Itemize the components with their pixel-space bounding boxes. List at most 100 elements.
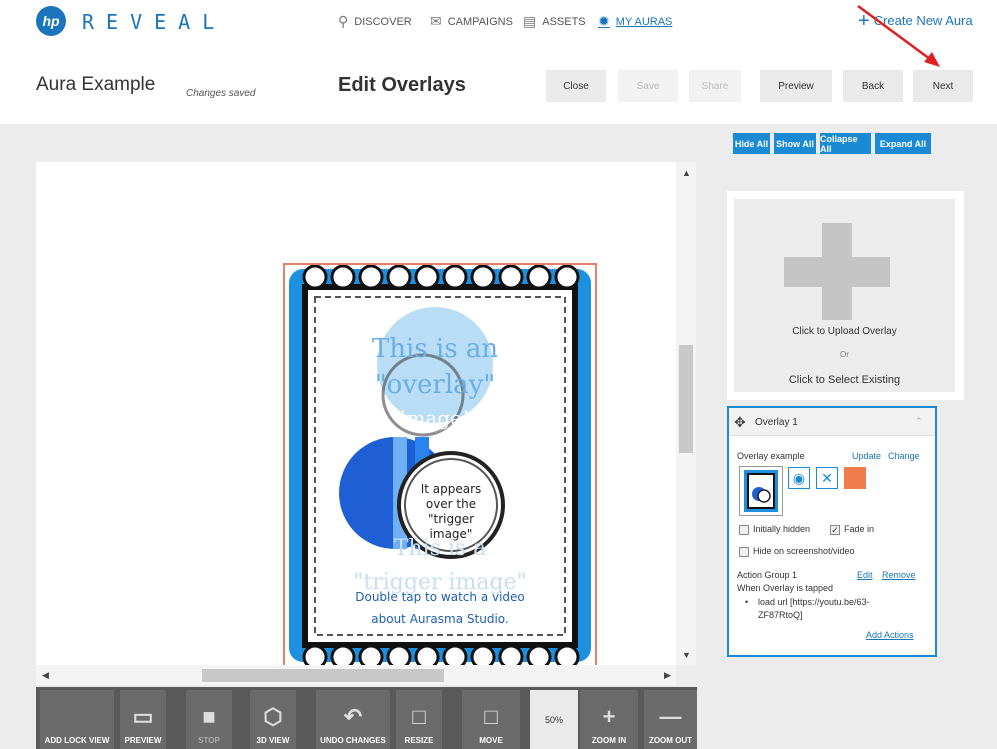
initially-hidden-label: Initially hidden xyxy=(753,524,811,534)
bubble-line2: over the xyxy=(426,497,476,511)
back-button[interactable]: Back xyxy=(843,70,903,102)
resize-label: RESIZE xyxy=(404,736,434,745)
hide-on-screenshot-label: Hide on screenshot/video xyxy=(753,546,855,556)
undo-icon: ↶ xyxy=(343,704,363,729)
upload-or-text: Or xyxy=(840,350,849,359)
scroll-down-icon[interactable]: ▼ xyxy=(682,650,691,660)
overlay-color-swatch[interactable] xyxy=(844,467,866,489)
nav-campaigns-label: CAMPAIGNS xyxy=(447,15,513,28)
stop-button[interactable]: ■ STOP xyxy=(186,690,232,749)
expand-all-button[interactable]: Expand All xyxy=(875,133,931,154)
undo-changes-button[interactable]: ↶ UNDO CHANGES xyxy=(316,690,390,749)
move-button[interactable]: □ MOVE xyxy=(462,690,520,749)
megaphone-icon: ✉ xyxy=(430,13,442,29)
3d-view-label: 3D VIEW xyxy=(256,736,290,745)
add-lock-view-label: ADD LOCK VIEW xyxy=(44,736,110,745)
nav-campaigns[interactable]: ✉ CAMPAIGNS xyxy=(430,13,513,30)
collapse-all-button[interactable]: Collapse All xyxy=(820,133,871,154)
art-ghost1: This is a xyxy=(394,536,487,561)
move-label: MOVE xyxy=(479,736,503,745)
brand-name[interactable]: REVEAL xyxy=(82,10,226,34)
delete-x-icon[interactable]: ✕ xyxy=(816,467,838,489)
action-trigger: When Overlay is tapped xyxy=(737,583,834,593)
scroll-up-icon[interactable]: ▲ xyxy=(682,168,691,178)
horizontal-scroll-thumb[interactable] xyxy=(202,669,444,682)
bubble-line1: It appears xyxy=(421,482,482,496)
collapse-icon[interactable]: ⌃ xyxy=(915,416,923,427)
edit-action-link[interactable]: Edit xyxy=(857,570,873,580)
fade-in-checkbox[interactable]: ✓ xyxy=(830,525,840,535)
nav-discover[interactable]: ⚲ DISCOVER xyxy=(338,13,412,30)
undo-changes-label: UNDO CHANGES xyxy=(320,736,386,745)
overlay-title: Overlay 1 xyxy=(755,417,798,428)
save-button[interactable]: Save xyxy=(618,70,678,102)
zoom-in-icon: + xyxy=(602,704,616,729)
update-link[interactable]: Update xyxy=(852,451,881,461)
upload-overlay-link[interactable]: Click to Upload Overlay xyxy=(734,326,955,337)
scroll-right-icon[interactable]: ▶ xyxy=(664,670,671,681)
nav-discover-label: DISCOVER xyxy=(354,15,412,28)
zoom-level: 50% xyxy=(530,690,578,749)
overlay-artwork-graphic: This is an "overlay" image! It appears o… xyxy=(289,265,591,666)
zoom-in-label: ZOOM IN xyxy=(591,736,627,745)
bullet-icon: • xyxy=(745,597,749,607)
create-new-aura-label: Create New Aura xyxy=(873,13,973,28)
fade-in-label: Fade in xyxy=(844,524,875,534)
action-url-line2: ZF87RtoQ] xyxy=(758,610,803,620)
page-title: Edit Overlays xyxy=(338,74,466,96)
initially-hidden-checkbox[interactable] xyxy=(739,525,749,535)
stop-label: STOP xyxy=(198,736,220,745)
action-group-title: Action Group 1 xyxy=(737,570,798,580)
create-new-aura-link[interactable]: + Create New Aura xyxy=(858,9,973,32)
art-line1: This is an xyxy=(372,334,498,364)
preview-tool-button[interactable]: ▭ PREVIEW xyxy=(120,690,166,749)
nav-my-auras[interactable]: ✹ MY AURAS xyxy=(598,13,672,30)
close-button[interactable]: Close xyxy=(546,70,606,102)
preview-button[interactable]: Preview xyxy=(760,70,832,102)
action-url-line1: load url [https://youtu.be/63- xyxy=(758,597,870,607)
show-all-button[interactable]: Show All xyxy=(774,133,816,154)
share-button[interactable]: Share xyxy=(689,70,741,102)
overlay-thumbnail-graphic xyxy=(744,470,778,512)
select-existing-link[interactable]: Click to Select Existing xyxy=(734,374,955,386)
hp-logo[interactable]: hp xyxy=(36,6,66,36)
hide-all-button[interactable]: Hide All xyxy=(733,133,770,154)
move-icon: □ xyxy=(484,704,498,729)
nav-my-auras-label: MY AURAS xyxy=(615,15,673,28)
hide-on-screenshot-checkbox[interactable] xyxy=(739,547,749,557)
stop-icon: ■ xyxy=(202,704,216,729)
art-line5: about Aurasma Studio. xyxy=(371,612,508,626)
zoom-out-icon: — xyxy=(659,704,682,729)
vertical-scroll-thumb[interactable] xyxy=(679,345,693,453)
zoom-out-label: ZOOM OUT xyxy=(648,736,693,745)
add-actions-link[interactable]: Add Actions xyxy=(866,630,914,640)
add-lock-view-button[interactable]: ADD LOCK VIEW xyxy=(40,690,114,749)
visibility-eye-icon[interactable]: ◉ xyxy=(788,467,810,489)
3d-view-button[interactable]: ⬡ 3D VIEW xyxy=(250,690,296,749)
overlay-name: Overlay example xyxy=(737,451,805,461)
upload-plus-icon-bar xyxy=(784,257,890,287)
overlay-thumbnail[interactable] xyxy=(739,466,783,516)
art-line4: Double tap to watch a video xyxy=(355,590,525,604)
nav-assets-label: ASSETS xyxy=(542,15,586,28)
resize-button[interactable]: □ RESIZE xyxy=(396,690,442,749)
search-icon: ⚲ xyxy=(338,13,349,29)
editor-header: Aura Example Changes saved Edit Overlays… xyxy=(0,56,997,118)
cube-icon: ⬡ xyxy=(263,704,283,729)
save-status: Changes saved xyxy=(186,88,256,99)
move-handle-icon[interactable]: ✥ xyxy=(734,414,746,431)
remove-action-link[interactable]: Remove xyxy=(882,570,916,580)
preview-tool-label: PREVIEW xyxy=(124,736,162,745)
next-button[interactable]: Next xyxy=(913,70,973,102)
zoom-in-button[interactable]: + ZOOM IN xyxy=(580,690,638,749)
overlay-artwork[interactable]: This is an "overlay" image! It appears o… xyxy=(283,263,597,668)
monitor-icon: ▭ xyxy=(132,704,154,729)
resize-icon: □ xyxy=(412,704,426,729)
top-nav: hp REVEAL ⚲ DISCOVER ✉ CAMPAIGNS ▤ ASSET… xyxy=(0,0,997,52)
scroll-left-icon[interactable]: ◀ xyxy=(42,670,49,681)
change-link[interactable]: Change xyxy=(888,451,920,461)
plus-icon: + xyxy=(858,9,870,32)
zoom-out-button[interactable]: — ZOOM OUT xyxy=(644,690,697,749)
nav-assets[interactable]: ▤ ASSETS xyxy=(523,13,586,30)
art-line3: image! xyxy=(400,406,470,430)
